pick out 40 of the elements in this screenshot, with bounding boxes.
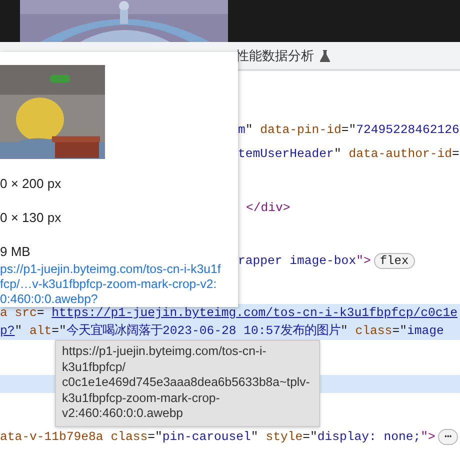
attribute-name: a src: [0, 306, 37, 320]
code-punctuation: ": [340, 324, 349, 338]
code-punctuation: =": [392, 324, 407, 338]
tag-text: ">: [356, 254, 371, 268]
code-punctuation: =: [452, 147, 460, 161]
code-punctuation: ": [245, 123, 254, 137]
image-url-link[interactable]: ps://p1-juejin.byteimg.com/tos-cn-i-k3u1f fcp/…v-k3u1fbpfcp-zoom-mark-crop-v2: 0:460:0:0.awebp?: [0, 262, 221, 307]
attribute-name: alt: [30, 324, 52, 338]
image-detail: 9 MB: [0, 243, 32, 260]
attribute-value: rapper image-box: [238, 254, 356, 268]
attribute-name: ata-v-11b79e8a class: [0, 430, 148, 444]
code-punctuation: =": [341, 123, 356, 137]
code-punctuation: ": [250, 430, 260, 444]
attribute-value: 今天宜喝冰阔落于2023-06-28 10:57发布的图片: [66, 324, 341, 338]
display-badge[interactable]: flex: [374, 253, 415, 269]
code-punctuation: =: [36, 306, 46, 320]
attribute-name: class: [355, 324, 392, 338]
attribute-name: data-author-id: [348, 147, 452, 161]
url-link[interactable]: https://p1-juejin.byteimg.com/tos-cn-i-k3u1fbpfcp/c0c1e: [52, 306, 458, 320]
attribute-value: 72495228462126: [356, 123, 460, 137]
attribute-value: temUserHeader: [238, 147, 334, 161]
code-punctuation: =": [52, 324, 66, 338]
tag-text: </div>: [246, 201, 290, 215]
flask-icon: [320, 50, 330, 62]
image-detail: 0 × 200 px: [0, 175, 62, 192]
image-detail: 0 × 130 px: [0, 209, 62, 226]
attribute-value: display: none;: [317, 430, 421, 444]
attribute-name: style: [266, 430, 303, 444]
url-tooltip: https://p1-juejin.byteimg.com/tos-cn-i- k3u1fbpfcp/ c0c1e1e469d745e3aaa8dea6b5633b8a~tplv- k3u1fbpfcp-zoom-mark-crop- v2:460:460:0:0.awebp: [55, 340, 320, 426]
url-link[interactable]: p?: [0, 324, 15, 338]
code-punctuation: =": [302, 430, 318, 444]
attribute-value: m: [238, 123, 246, 137]
code-punctuation: =": [148, 430, 162, 444]
attribute-name: data-pin-id: [260, 123, 342, 137]
display-badge[interactable]: ⋯: [438, 429, 458, 445]
tag-text: ">: [420, 430, 436, 444]
attribute-value: image: [406, 324, 444, 338]
code-punctuation: ": [14, 324, 24, 338]
attribute-value: pin-carousel: [162, 430, 251, 444]
code-punctuation: ": [334, 147, 342, 161]
